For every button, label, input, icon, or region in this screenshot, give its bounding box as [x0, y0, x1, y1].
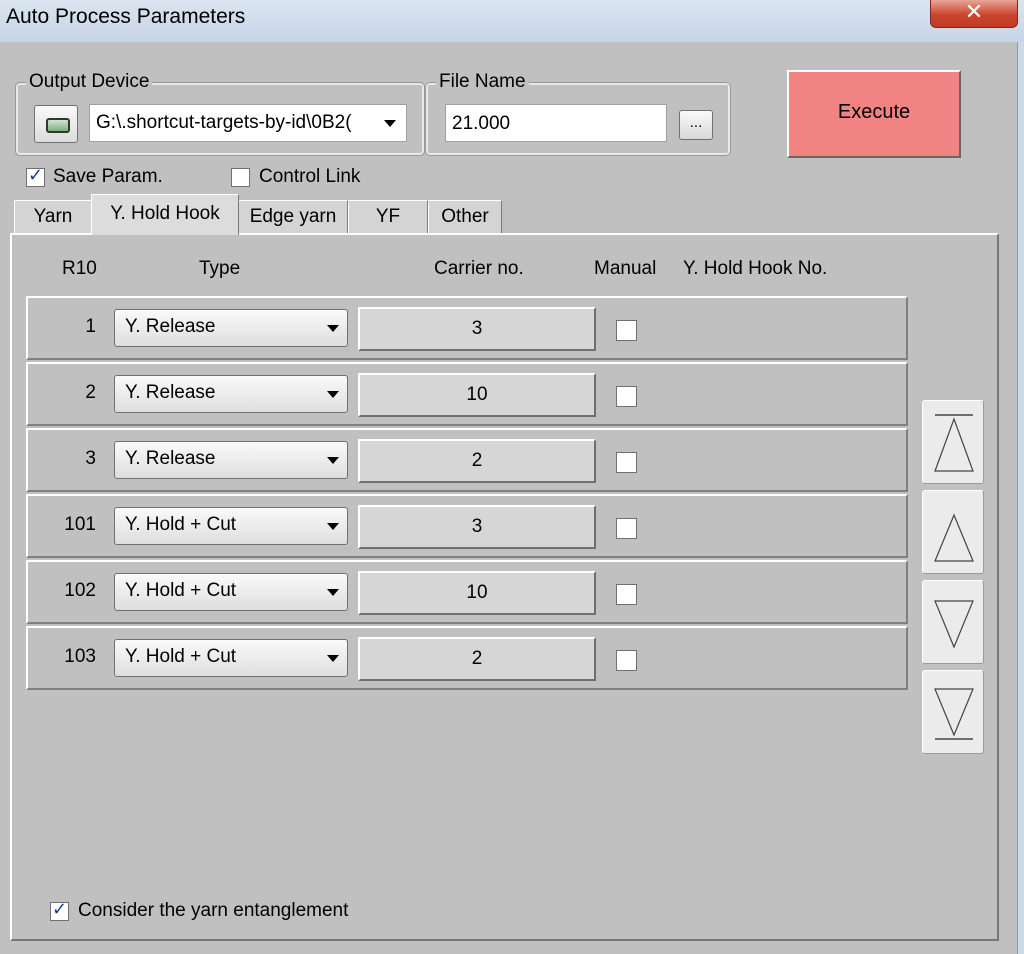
- type-value: Y. Release: [125, 382, 216, 403]
- manual-checkbox[interactable]: [616, 320, 637, 341]
- disk-drive-icon: [46, 118, 70, 133]
- consider-entanglement-label: Consider the yarn entanglement: [78, 900, 349, 921]
- row-r10: 1: [85, 316, 96, 337]
- manual-checkbox[interactable]: [616, 518, 637, 539]
- type-value: Y. Hold + Cut: [125, 580, 237, 601]
- output-device-dropdown[interactable]: [372, 105, 406, 141]
- output-device-value: G:\.shortcut-targets-by-id\0B2(: [96, 112, 352, 133]
- type-select[interactable]: Y. Hold + Cut: [114, 507, 348, 545]
- chevron-down-icon: [327, 589, 339, 596]
- chevron-down-icon: [327, 325, 339, 332]
- carrier-button[interactable]: 2: [358, 439, 596, 483]
- row-r10: 2: [85, 382, 96, 403]
- column-header-carrier: Carrier no.: [434, 258, 524, 279]
- execute-button[interactable]: Execute: [787, 70, 961, 158]
- table-row: 102 Y. Hold + Cut 10: [26, 560, 908, 624]
- manual-checkbox[interactable]: [616, 650, 637, 671]
- table-row: 103 Y. Hold + Cut 2: [26, 626, 908, 690]
- close-button[interactable]: ✕: [930, 0, 1018, 28]
- type-select[interactable]: Y. Release: [114, 441, 348, 479]
- row-r10: 101: [64, 514, 96, 535]
- move-bottom-button[interactable]: [922, 670, 984, 754]
- tab-yf[interactable]: YF: [348, 200, 428, 233]
- manual-checkbox[interactable]: [616, 584, 637, 605]
- file-name-label: File Name: [436, 71, 529, 93]
- output-device-select[interactable]: G:\.shortcut-targets-by-id\0B2(: [89, 104, 407, 142]
- browse-button[interactable]: ...: [679, 110, 713, 140]
- chevron-down-icon: [327, 523, 339, 530]
- checkmark-icon: ✓: [52, 899, 68, 920]
- type-value: Y. Hold + Cut: [125, 514, 237, 535]
- row-r10: 3: [85, 448, 96, 469]
- type-select[interactable]: Y. Hold + Cut: [114, 573, 348, 611]
- table-row: 3 Y. Release 2: [26, 428, 908, 492]
- manual-checkbox[interactable]: [616, 452, 637, 473]
- output-device-label: Output Device: [26, 71, 153, 93]
- column-header-type: Type: [199, 258, 241, 279]
- type-select[interactable]: Y. Release: [114, 309, 348, 347]
- manual-checkbox[interactable]: [616, 386, 637, 407]
- type-select[interactable]: Y. Release: [114, 375, 348, 413]
- type-value: Y. Release: [125, 448, 216, 469]
- table-row: 101 Y. Hold + Cut 3: [26, 494, 908, 558]
- chevron-down-icon: [327, 391, 339, 398]
- move-bottom-icon: [934, 688, 974, 740]
- type-value: Y. Release: [125, 316, 216, 337]
- type-value: Y. Hold + Cut: [125, 646, 237, 667]
- move-down-icon: [934, 600, 974, 649]
- column-header-hook-no: Y. Hold Hook No.: [683, 258, 828, 279]
- tab-other[interactable]: Other: [428, 200, 502, 233]
- title-bar: Auto Process Parameters ✕: [0, 0, 1024, 42]
- consider-entanglement-checkbox[interactable]: ✓: [50, 899, 69, 921]
- carrier-button[interactable]: 10: [358, 373, 596, 417]
- tab-y-hold-hook[interactable]: Y. Hold Hook: [91, 194, 239, 235]
- chevron-down-icon: [384, 120, 396, 127]
- type-select[interactable]: Y. Hold + Cut: [114, 639, 348, 677]
- tab-edge-yarn[interactable]: Edge yarn: [238, 200, 348, 233]
- move-down-button[interactable]: [922, 580, 984, 664]
- chevron-down-icon: [327, 655, 339, 662]
- window-title: Auto Process Parameters: [6, 5, 246, 28]
- file-name-input[interactable]: 21.000: [445, 104, 667, 142]
- column-header-r10: R10: [62, 258, 97, 279]
- column-header-manual: Manual: [594, 258, 657, 279]
- carrier-button[interactable]: 10: [358, 571, 596, 615]
- carrier-button[interactable]: 2: [358, 637, 596, 681]
- move-top-icon: [934, 414, 974, 472]
- control-link-label: Control Link: [259, 166, 361, 187]
- save-param-label: Save Param.: [53, 166, 163, 187]
- table-row: 2 Y. Release 10: [26, 362, 908, 426]
- save-param-checkbox[interactable]: ✓: [26, 165, 45, 187]
- close-icon: ✕: [964, 0, 984, 25]
- control-link-checkbox[interactable]: [231, 168, 250, 187]
- row-r10: 103: [64, 646, 96, 667]
- carrier-button[interactable]: 3: [358, 307, 596, 351]
- chevron-down-icon: [327, 457, 339, 464]
- tab-yarn[interactable]: Yarn: [14, 200, 92, 233]
- checkmark-icon: ✓: [28, 165, 44, 186]
- move-up-button[interactable]: [922, 490, 984, 574]
- move-up-icon: [934, 513, 974, 562]
- move-top-button[interactable]: [922, 400, 984, 484]
- row-r10: 102: [64, 580, 96, 601]
- table-row: 1 Y. Release 3: [26, 296, 908, 360]
- carrier-button[interactable]: 3: [358, 505, 596, 549]
- output-device-button[interactable]: [34, 105, 78, 143]
